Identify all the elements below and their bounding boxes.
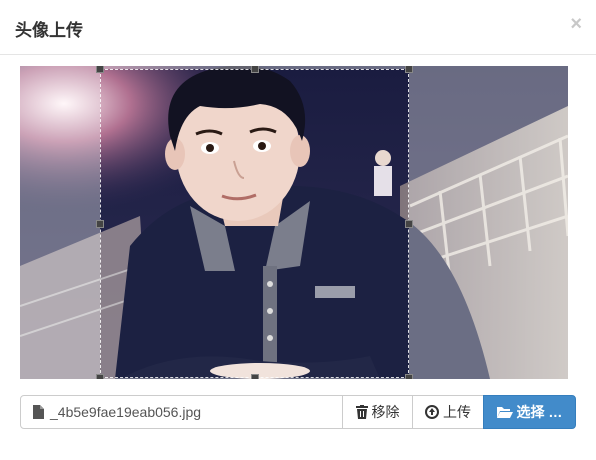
dialog-title: 头像上传 — [15, 21, 83, 40]
file-caption[interactable]: _4b5e9fae19eab056.jpg — [20, 395, 343, 429]
select-label: 选择 … — [516, 404, 563, 420]
crop-handle-top[interactable] — [251, 66, 259, 73]
crop-handle-bottom-right[interactable] — [405, 374, 413, 379]
dialog-header: 头像上传 × — [0, 0, 596, 55]
crop-handle-bottom[interactable] — [251, 374, 259, 379]
remove-button[interactable]: 移除 — [342, 395, 413, 429]
upload-button[interactable]: 上传 — [412, 395, 484, 429]
select-file-button[interactable]: 选择 … — [483, 395, 576, 429]
folder-open-icon — [496, 406, 513, 418]
remove-label: 移除 — [371, 404, 400, 420]
avatar-upload-dialog: 头像上传 × _4b5e9fae19eab056.jpg 移除 上传 选择 … — [0, 0, 596, 460]
file-name: _4b5e9fae19eab056.jpg — [50, 404, 202, 420]
crop-handle-top-right[interactable] — [405, 66, 413, 73]
trash-icon — [355, 405, 368, 419]
upload-label: 上传 — [443, 404, 471, 420]
file-icon — [33, 405, 44, 419]
crop-selection-box[interactable] — [96, 66, 413, 379]
close-button[interactable]: × — [570, 14, 582, 34]
upload-circle-icon — [425, 405, 439, 419]
crop-handle-bottom-left[interactable] — [96, 374, 104, 379]
crop-image-area[interactable] — [20, 66, 568, 379]
crop-handle-left[interactable] — [96, 220, 104, 228]
crop-handle-top-left[interactable] — [96, 66, 104, 73]
crop-handle-right[interactable] — [405, 220, 413, 228]
file-input-group: _4b5e9fae19eab056.jpg 移除 上传 选择 … — [20, 395, 577, 429]
